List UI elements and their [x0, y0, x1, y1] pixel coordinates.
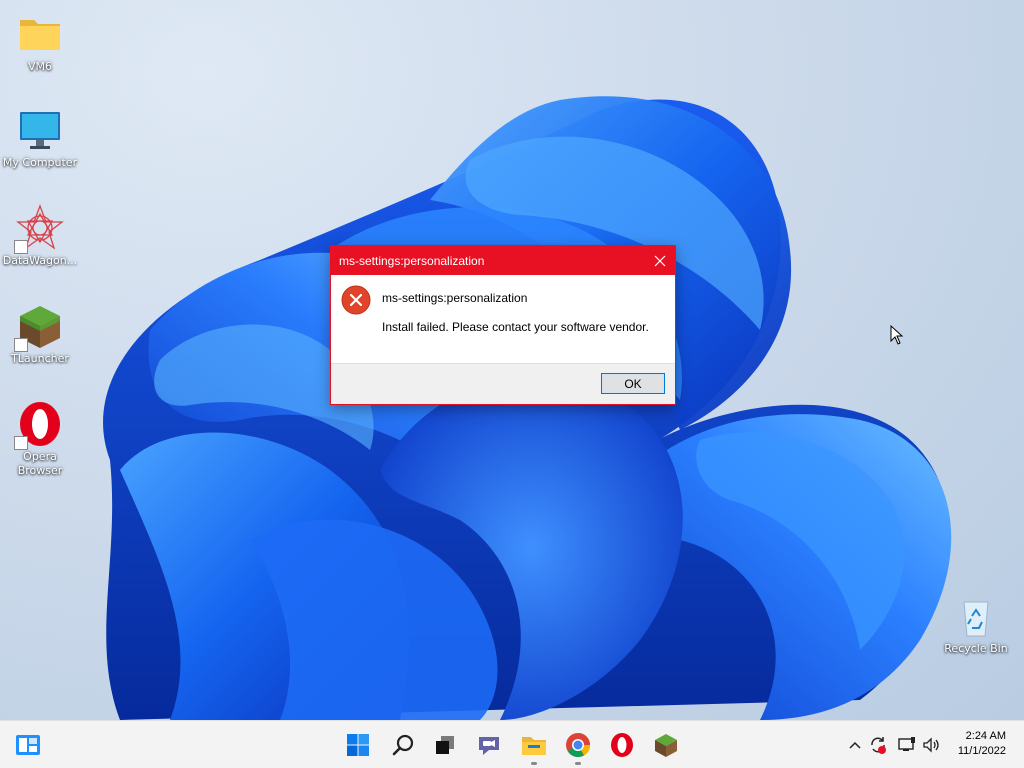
desktop-icon-label: Recycle Bin — [944, 642, 1008, 655]
sync-status-button[interactable] — [868, 735, 888, 755]
opera-icon — [611, 733, 633, 757]
shortcut-arrow-icon — [14, 338, 28, 352]
chevron-up-icon — [849, 741, 861, 749]
network-button[interactable] — [897, 735, 917, 755]
running-indicator — [575, 762, 581, 765]
desktop-icon-recycle-bin[interactable]: Recycle Bin — [936, 592, 1016, 656]
desktop-icon-label: TLauncher — [11, 352, 69, 365]
opera-icon — [14, 400, 64, 450]
dialog-titlebar[interactable]: ms-settings:personalization — [331, 246, 675, 275]
tlauncher-taskbar-button[interactable] — [648, 727, 684, 763]
search-button[interactable] — [385, 727, 421, 763]
task-view-icon — [436, 736, 454, 754]
widgets-icon — [16, 735, 40, 755]
desktop-icon-my-computer[interactable]: My Computer — [0, 106, 80, 170]
desktop: VM6 My Computer DataWagon... TLauncher O… — [0, 0, 1024, 720]
teams-chat-button[interactable] — [471, 727, 507, 763]
ok-button[interactable]: OK — [601, 373, 665, 394]
teams-chat-icon — [479, 737, 499, 755]
file-explorer-icon — [522, 737, 546, 755]
datawagon-icon — [14, 204, 64, 254]
desktop-icon-label: Opera Browser — [17, 450, 63, 477]
clock[interactable]: 2:24 AM 11/1/2022 — [958, 729, 1006, 759]
shortcut-arrow-icon — [14, 240, 28, 254]
tlauncher-icon — [655, 734, 677, 757]
chrome-icon — [566, 733, 590, 758]
sync-error-icon — [871, 737, 886, 754]
dialog-heading: ms-settings:personalization — [382, 291, 528, 305]
volume-button[interactable] — [921, 735, 941, 755]
dialog-body: ms-settings:personalization Install fail… — [331, 275, 675, 363]
dialog-message: Install failed. Please contact your soft… — [382, 320, 649, 334]
error-dialog: ms-settings:personalization ms-settings:… — [330, 245, 676, 405]
desktop-icon-vm6[interactable]: VM6 — [0, 10, 80, 74]
desktop-icon-label: VM6 — [27, 60, 52, 73]
dialog-footer: OK — [331, 363, 675, 404]
close-icon — [654, 255, 666, 266]
desktop-icon-datawagon[interactable]: DataWagon... — [0, 204, 80, 268]
running-indicator — [531, 762, 537, 765]
search-icon — [392, 734, 414, 756]
monitor-icon — [16, 106, 64, 154]
file-explorer-button[interactable] — [516, 727, 552, 765]
desktop-icon-label: DataWagon... — [2, 254, 78, 267]
folder-icon — [16, 10, 64, 58]
desktop-icon-tlauncher[interactable]: TLauncher — [0, 302, 80, 366]
widgets-button[interactable] — [10, 727, 46, 763]
speaker-icon — [923, 737, 939, 753]
close-button[interactable] — [645, 246, 675, 275]
recycle-bin-icon — [952, 592, 1000, 640]
shortcut-arrow-icon — [14, 436, 28, 450]
clock-date: 11/1/2022 — [957, 745, 1006, 757]
start-button[interactable] — [340, 727, 376, 763]
clock-time: 2:24 AM — [965, 730, 1006, 742]
task-view-button[interactable] — [427, 727, 463, 763]
start-icon — [347, 734, 369, 756]
mouse-cursor-icon — [890, 325, 904, 345]
taskbar: 2:24 AM 11/1/2022 — [0, 720, 1024, 768]
opera-taskbar-button[interactable] — [604, 727, 640, 763]
chrome-button[interactable] — [560, 727, 596, 765]
desktop-icon-label: My Computer — [2, 156, 78, 169]
network-icon — [898, 737, 915, 751]
error-icon — [341, 285, 371, 315]
desktop-icon-opera[interactable]: Opera Browser — [0, 400, 80, 478]
dialog-title: ms-settings:personalization — [339, 253, 485, 268]
show-hidden-icons-button[interactable] — [845, 735, 865, 755]
minecraft-block-icon — [14, 302, 64, 352]
